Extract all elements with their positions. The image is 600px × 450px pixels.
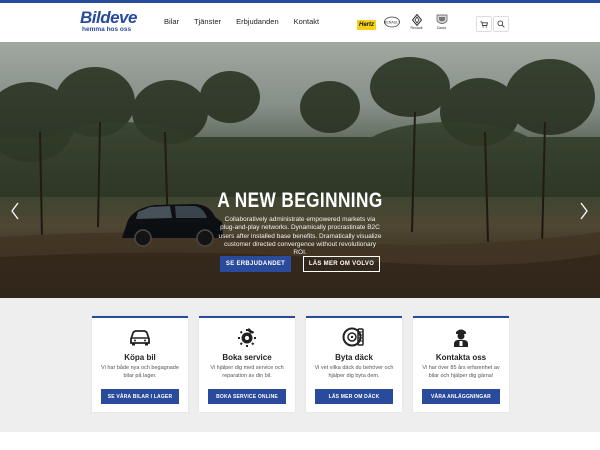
renault-brand-label: Renault <box>410 26 423 30</box>
service-card-boka-service: Boka service Vi hjälper dig med service … <box>199 316 295 412</box>
service-text: Vi vet vilka däck du behöver och hjälper… <box>314 365 394 379</box>
nav-item-bilar[interactable]: Bilar <box>164 17 179 26</box>
service-title: Byta däck <box>335 353 373 362</box>
renault-logo: RENAULT <box>384 16 400 28</box>
hero-slider: A NEW BEGINNING Collaboratively administ… <box>0 42 600 298</box>
las-mer-om-volvo-button[interactable]: LÄS MER OM VOLVO <box>303 256 380 272</box>
tire-icon <box>342 327 364 347</box>
brand-renault-1[interactable]: RENAULT <box>382 12 401 32</box>
service-card-kopa-bil: Köpa bil Vi har både nya och begagnade b… <box>92 316 188 412</box>
nav-item-tjanster[interactable]: Tjänster <box>194 17 221 26</box>
service-icon <box>238 328 256 347</box>
nav-item-erbjudanden[interactable]: Erbjudanden <box>236 17 279 26</box>
hero-background-image <box>0 42 600 298</box>
las-mer-om-dack-button[interactable]: LÄS MER OM DÄCK <box>315 389 393 404</box>
footer-strip <box>0 432 600 450</box>
svg-text:RENAULT: RENAULT <box>384 20 400 24</box>
service-title: Köpa bil <box>124 353 156 362</box>
search-button[interactable] <box>493 16 509 32</box>
brand-hertz[interactable]: Hertz <box>357 12 376 32</box>
se-vara-bilar-button[interactable]: SE VÅRA BILAR I LAGER <box>101 389 179 404</box>
site-header: Bildeve hemma hos oss Bilar Tjänster Erb… <box>0 3 600 42</box>
mechanic-icon <box>454 329 468 347</box>
main-nav: Bilar Tjänster Erbjudanden Kontakt <box>164 17 319 26</box>
service-text: Vi hjälper dig med service och reparatio… <box>210 365 284 379</box>
service-title: Kontakta oss <box>435 353 487 362</box>
hero-description: Collaboratively administrate empowered m… <box>218 216 382 257</box>
logo-tagline: hemma hos oss <box>82 26 132 33</box>
cart-icon <box>480 20 488 28</box>
dacia-logo <box>436 14 447 24</box>
se-erbjudandet-button[interactable]: SE ERBJUDANDET <box>220 256 291 272</box>
service-text: Vi har över 85 års erfarenhet av bilar o… <box>422 365 500 379</box>
nav-item-kontakt[interactable]: Kontakt <box>294 17 319 26</box>
logo-name: Bildeve <box>80 8 137 27</box>
hertz-logo: Hertz <box>357 19 376 30</box>
renault-diamond-logo <box>411 14 422 26</box>
vara-anlaggningar-button[interactable]: VÅRA ANLÄGGNINGAR <box>422 389 500 404</box>
hero-title: A NEW BEGINNING <box>217 189 383 212</box>
chevron-left-icon <box>11 202 19 220</box>
service-text: Vi har både nya och begagnade bilar på l… <box>101 365 179 379</box>
boka-service-online-button[interactable]: BOKA SERVICE ONLINE <box>208 389 286 404</box>
search-icon <box>497 20 505 28</box>
slider-prev-button[interactable] <box>10 202 20 223</box>
cart-button[interactable] <box>476 16 492 32</box>
dacia-brand-label: Dacia <box>437 26 446 30</box>
car-icon <box>130 330 150 346</box>
slider-next-button[interactable] <box>579 202 589 223</box>
service-title: Boka service <box>222 353 272 362</box>
service-card-kontakta-oss: Kontakta oss Vi har över 85 års erfarenh… <box>413 316 509 412</box>
brand-dacia[interactable]: Dacia <box>432 12 451 32</box>
brand-logos: Hertz RENAULT Renault Dacia <box>357 12 451 32</box>
chevron-right-icon <box>580 202 588 220</box>
site-logo[interactable]: Bildeve hemma hos oss <box>80 9 137 33</box>
services-section: Köpa bil Vi har både nya och begagnade b… <box>0 298 600 432</box>
service-card-byta-dack: Byta däck Vi vet vilka däck du behöver o… <box>306 316 402 412</box>
brand-renault-2[interactable]: Renault <box>407 12 426 32</box>
